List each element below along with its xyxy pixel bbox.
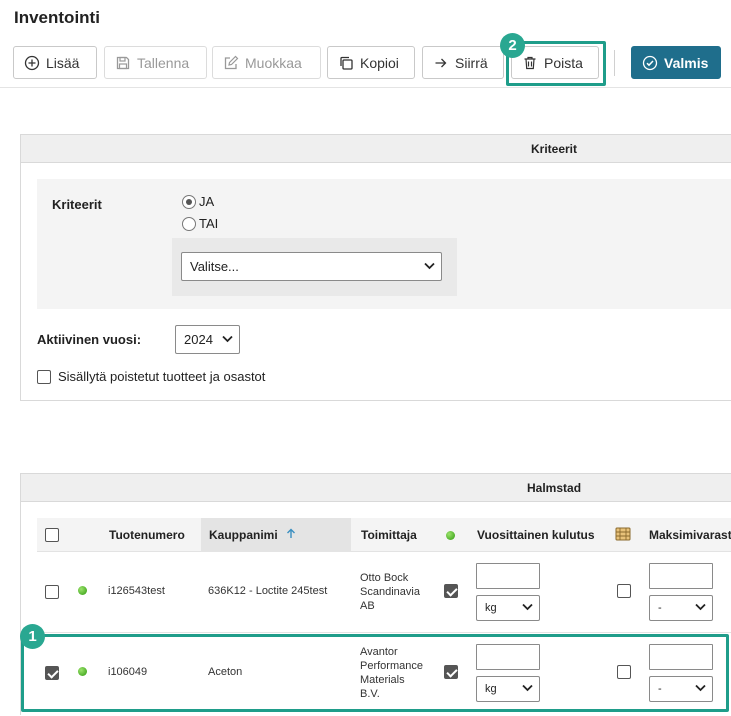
status-checkbox[interactable] — [444, 584, 458, 598]
copy-button-label: Kopioi — [360, 54, 399, 71]
toolbar-divider — [614, 50, 615, 76]
max-unit-select-value: - — [658, 602, 662, 614]
radio-and-label: JA — [199, 194, 215, 209]
status-cell — [78, 586, 87, 595]
yearly-usage-input[interactable] — [476, 563, 540, 589]
col-product-number[interactable]: Tuotenumero — [109, 518, 185, 552]
save-button[interactable]: Tallenna — [104, 46, 207, 79]
supplier-line: AB — [360, 600, 375, 612]
done-button-label: Valmis — [664, 54, 709, 71]
storage-check-cell — [617, 584, 631, 598]
col-status — [446, 518, 455, 552]
edit-pencil-icon — [223, 55, 239, 71]
move-button-label: Siirrä — [455, 54, 488, 71]
include-deleted-row[interactable]: Sisällytä poistetut tuotteet ja osastot — [37, 369, 265, 384]
table-header-row: Tuotenumero Kauppanimi Toimittaja Vuosit… — [37, 518, 731, 552]
arrow-right-icon — [433, 55, 449, 71]
criteria-select-area: Valitse... — [172, 238, 457, 296]
toolbar-separator-line — [0, 87, 731, 88]
table-panel-header: Halmstad — [21, 474, 731, 502]
active-year-label: Aktiivinen vuosi: — [37, 332, 142, 347]
selected-row-highlight — [21, 634, 729, 712]
done-button[interactable]: Valmis — [631, 46, 721, 79]
unit-select-value: kg — [485, 602, 497, 614]
floppy-disk-icon — [115, 55, 131, 71]
unit-select[interactable]: kg — [476, 595, 540, 621]
status-check-cell — [444, 584, 458, 598]
add-button[interactable]: Lisää — [13, 46, 97, 79]
edit-button[interactable]: Muokkaa — [212, 46, 321, 79]
step-badge-2: 2 — [500, 33, 525, 58]
add-button-label: Lisää — [46, 54, 80, 71]
select-all-checkbox[interactable] — [45, 528, 59, 542]
storage-box-icon — [615, 527, 631, 544]
supplier-cell: Otto Bock Scandinavia AB — [360, 571, 420, 613]
criteria-panel-title: Kriteerit — [531, 142, 578, 156]
active-year-value: 2024 — [184, 332, 213, 347]
criteria-panel: Kriteerit Kriteerit JA TAI Valitse... Ak… — [20, 134, 731, 401]
check-circle-icon — [642, 55, 658, 71]
save-button-label: Tallenna — [137, 54, 190, 71]
criteria-select-value: Valitse... — [190, 259, 239, 274]
copy-button[interactable]: Kopioi — [327, 46, 415, 79]
radio-or[interactable]: TAI — [182, 216, 218, 231]
edit-button-label: Muokkaa — [245, 54, 302, 71]
active-year-select[interactable]: 2024 — [175, 325, 240, 354]
product-number-cell: i126543test — [108, 585, 165, 597]
move-button[interactable]: Siirrä — [422, 46, 504, 79]
max-stock-input[interactable] — [649, 563, 713, 589]
include-deleted-label: Sisällytä poistetut tuotteet ja osastot — [58, 369, 266, 384]
chevron-down-icon — [695, 602, 706, 614]
criteria-panel-header: Kriteerit — [21, 135, 731, 163]
radio-or-label: TAI — [199, 216, 219, 231]
status-green-icon — [446, 530, 455, 540]
col-trade-name-label: Kauppanimi — [209, 528, 278, 542]
criteria-box: Kriteerit JA TAI Valitse... — [37, 179, 731, 309]
include-deleted-checkbox[interactable] — [37, 369, 51, 384]
table-panel-title: Halmstad — [527, 481, 582, 495]
select-all-cell — [45, 518, 65, 552]
chevron-down-icon — [522, 602, 533, 614]
chevron-down-icon — [424, 261, 435, 273]
page-title: Inventointi — [14, 8, 100, 27]
chevron-down-icon — [222, 334, 233, 346]
storage-checkbox[interactable] — [617, 584, 631, 598]
col-storage — [615, 518, 631, 552]
radio-and-control[interactable] — [182, 194, 196, 209]
sort-ascending-icon — [286, 528, 296, 542]
col-trade-name[interactable]: Kauppanimi — [201, 518, 351, 552]
radio-and[interactable]: JA — [182, 194, 214, 209]
col-supplier[interactable]: Toimittaja — [361, 518, 417, 552]
max-unit-select[interactable]: - — [649, 595, 713, 621]
col-max-stock[interactable]: Maksimivarast — [649, 518, 731, 552]
criteria-label: Kriteerit — [52, 197, 102, 212]
row-select-cell — [45, 585, 59, 599]
supplier-line: Scandinavia — [360, 586, 420, 598]
copy-icon — [338, 55, 354, 71]
criteria-select[interactable]: Valitse... — [181, 252, 442, 281]
col-yearly-usage[interactable]: Vuosittainen kulutus — [477, 518, 595, 552]
plus-circle-icon — [24, 55, 40, 71]
supplier-line: Otto Bock — [360, 572, 409, 584]
row-select-checkbox[interactable] — [45, 585, 59, 599]
step-badge-1: 1 — [20, 624, 45, 649]
radio-or-control[interactable] — [182, 216, 196, 231]
status-green-icon — [78, 586, 87, 595]
trade-name-cell: 636K12 - Loctite 245test — [208, 585, 328, 597]
table-row[interactable]: i126543test 636K12 - Loctite 245test Ott… — [37, 552, 731, 633]
